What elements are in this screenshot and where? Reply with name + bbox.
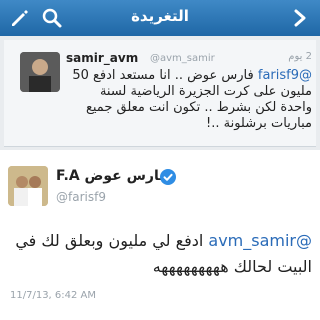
author-handle[interactable]: @avm_samir: [150, 53, 215, 64]
mention-link[interactable]: @avm_samir: [208, 231, 312, 250]
author-handle[interactable]: @farisf9: [56, 190, 106, 204]
top-bar: التغريدة: [0, 0, 320, 36]
mention-link[interactable]: @farisf9: [258, 68, 312, 83]
avatar[interactable]: [8, 166, 48, 206]
author-name[interactable]: samir_avm: [66, 51, 138, 65]
tweet-text: @avm_samir ادفع لي مليون وبعلق لك في الب…: [15, 231, 312, 276]
tweet-time: 2 يوم: [288, 51, 312, 62]
avatar[interactable]: [20, 52, 60, 92]
page-title: التغريدة: [131, 7, 189, 25]
back-arrow-icon[interactable]: [288, 6, 312, 30]
tweet-text: @farisf9 فارس عوض .. انا مستعد ادفع 50 م…: [72, 68, 312, 131]
author-name[interactable]: فارس عوض F.A: [56, 168, 168, 184]
verified-badge-icon: [160, 169, 176, 185]
tweet-date: 11/7/13, 6:42 AM: [10, 290, 97, 301]
